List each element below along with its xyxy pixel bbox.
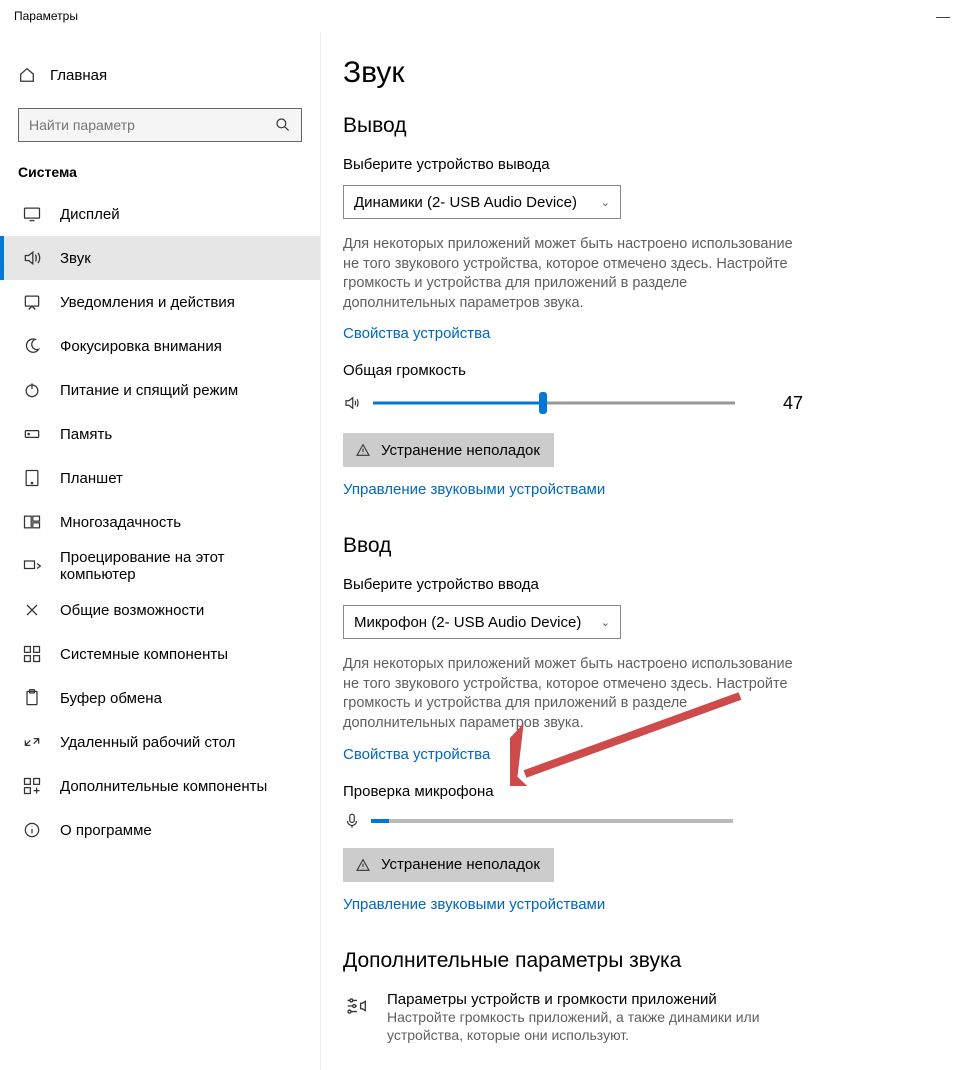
output-device-label: Выберите устройство вывода bbox=[343, 156, 924, 173]
focus-icon bbox=[22, 336, 42, 356]
sidebar-item-power[interactable]: Питание и спящий режим bbox=[0, 368, 320, 412]
app-volume-icon bbox=[343, 991, 369, 1046]
sidebar-item-about[interactable]: О программе bbox=[0, 808, 320, 852]
sidebar-item-display[interactable]: Дисплей bbox=[0, 192, 320, 236]
input-troubleshoot-button[interactable]: Устранение неполадок bbox=[343, 848, 554, 882]
sidebar-item-label: Фокусировка внимания bbox=[60, 338, 222, 355]
output-props-link[interactable]: Свойства устройства bbox=[343, 325, 490, 342]
master-volume-slider[interactable] bbox=[373, 391, 735, 415]
search-icon bbox=[275, 117, 291, 133]
warning-icon bbox=[355, 442, 371, 458]
button-label: Устранение неполадок bbox=[381, 442, 540, 459]
shared-icon bbox=[22, 600, 42, 620]
sidebar-item-label: Питание и спящий режим bbox=[60, 382, 238, 399]
sidebar-item-label: Буфер обмена bbox=[60, 690, 162, 707]
sidebar-item-remote[interactable]: Удаленный рабочий стол bbox=[0, 720, 320, 764]
sidebar-item-optional[interactable]: Дополнительные компоненты bbox=[0, 764, 320, 808]
sidebar-item-label: О программе bbox=[60, 822, 152, 839]
sidebar-item-label: Планшет bbox=[60, 470, 123, 487]
multitasking-icon bbox=[22, 512, 42, 532]
minimize-icon[interactable]: — bbox=[936, 8, 950, 24]
sidebar-item-multitasking[interactable]: Многозадачность bbox=[0, 500, 320, 544]
sidebar-item-storage[interactable]: Память bbox=[0, 412, 320, 456]
sidebar-item-label: Память bbox=[60, 426, 112, 443]
button-label: Устранение неполадок bbox=[381, 856, 540, 873]
app-volume-row[interactable]: Параметры устройств и громкости приложен… bbox=[343, 991, 823, 1046]
output-manage-link[interactable]: Управление звуковыми устройствами bbox=[343, 481, 605, 498]
sidebar-item-shared[interactable]: Общие возможности bbox=[0, 588, 320, 632]
master-volume-label: Общая громкость bbox=[343, 362, 924, 379]
sidebar-item-sound[interactable]: Звук bbox=[0, 236, 320, 280]
about-icon bbox=[22, 820, 42, 840]
warning-icon bbox=[355, 857, 371, 873]
sidebar-item-projecting[interactable]: Проецирование на этот компьютер bbox=[0, 544, 320, 588]
input-props-link[interactable]: Свойства устройства bbox=[343, 746, 490, 763]
main-content: Звук Вывод Выберите устройство вывода Ди… bbox=[320, 32, 964, 1070]
chevron-down-icon: ⌄ bbox=[601, 196, 610, 209]
mic-level-bar bbox=[371, 819, 733, 823]
sidebar-item-label: Системные компоненты bbox=[60, 646, 228, 663]
components-icon bbox=[22, 644, 42, 664]
sidebar-item-label: Общие возможности bbox=[60, 602, 204, 619]
app-volume-title: Параметры устройств и громкости приложен… bbox=[387, 991, 823, 1008]
titlebar: Параметры — bbox=[0, 0, 964, 32]
input-hint: Для некоторых приложений может быть наст… bbox=[343, 655, 803, 733]
sidebar-item-label: Дополнительные компоненты bbox=[60, 778, 267, 795]
window-title: Параметры bbox=[14, 9, 78, 23]
storage-icon bbox=[22, 424, 42, 444]
master-volume-row: 47 bbox=[343, 391, 924, 415]
sidebar-item-label: Дисплей bbox=[60, 206, 120, 223]
sidebar-item-label: Многозадачность bbox=[60, 514, 181, 531]
home-button[interactable]: Главная bbox=[0, 56, 320, 94]
sidebar-nav: Дисплей Звук Уведомления и действия Фоку… bbox=[0, 192, 320, 852]
sidebar: Главная Система Дисплей Звук bbox=[0, 32, 320, 1070]
sidebar-item-tablet[interactable]: Планшет bbox=[0, 456, 320, 500]
notifications-icon bbox=[22, 292, 42, 312]
input-device-dropdown[interactable]: Микрофон (2- USB Audio Device) ⌄ bbox=[343, 605, 621, 639]
output-heading: Вывод bbox=[343, 114, 924, 138]
chevron-down-icon: ⌄ bbox=[601, 616, 610, 629]
sidebar-item-label: Уведомления и действия bbox=[60, 294, 235, 311]
input-heading: Ввод bbox=[343, 534, 924, 558]
sidebar-item-label: Проецирование на этот компьютер bbox=[60, 549, 302, 583]
mic-test-row bbox=[343, 812, 924, 830]
mic-test-label: Проверка микрофона bbox=[343, 783, 924, 800]
master-volume-value: 47 bbox=[763, 393, 803, 414]
app-volume-subtitle: Настройте громкость приложений, а также … bbox=[387, 1008, 823, 1046]
output-troubleshoot-button[interactable]: Устранение неполадок bbox=[343, 433, 554, 467]
sidebar-item-clipboard[interactable]: Буфер обмена bbox=[0, 676, 320, 720]
output-hint: Для некоторых приложений может быть наст… bbox=[343, 235, 803, 313]
sidebar-item-notifications[interactable]: Уведомления и действия bbox=[0, 280, 320, 324]
input-device-value: Микрофон (2- USB Audio Device) bbox=[354, 614, 581, 631]
home-label: Главная bbox=[50, 67, 107, 84]
output-device-value: Динамики (2- USB Audio Device) bbox=[354, 194, 577, 211]
optional-icon bbox=[22, 776, 42, 796]
tablet-icon bbox=[22, 468, 42, 488]
sidebar-item-label: Удаленный рабочий стол bbox=[60, 734, 235, 751]
projecting-icon bbox=[22, 556, 42, 576]
clipboard-icon bbox=[22, 688, 42, 708]
remote-icon bbox=[22, 732, 42, 752]
sidebar-item-focus[interactable]: Фокусировка внимания bbox=[0, 324, 320, 368]
advanced-heading: Дополнительные параметры звука bbox=[343, 949, 924, 973]
display-icon bbox=[22, 204, 42, 224]
sound-icon bbox=[22, 248, 42, 268]
power-icon bbox=[22, 380, 42, 400]
input-device-label: Выберите устройство ввода bbox=[343, 576, 924, 593]
microphone-icon bbox=[343, 812, 361, 830]
search-input[interactable] bbox=[18, 108, 302, 142]
input-manage-link[interactable]: Управление звуковыми устройствами bbox=[343, 896, 605, 913]
speaker-icon[interactable] bbox=[343, 394, 361, 412]
home-icon bbox=[18, 66, 36, 84]
sidebar-section-label: Система bbox=[0, 164, 320, 192]
output-device-dropdown[interactable]: Динамики (2- USB Audio Device) ⌄ bbox=[343, 185, 621, 219]
sidebar-item-label: Звук bbox=[60, 250, 91, 267]
search-field[interactable] bbox=[29, 117, 275, 133]
sidebar-item-components[interactable]: Системные компоненты bbox=[0, 632, 320, 676]
page-title: Звук bbox=[343, 56, 924, 90]
